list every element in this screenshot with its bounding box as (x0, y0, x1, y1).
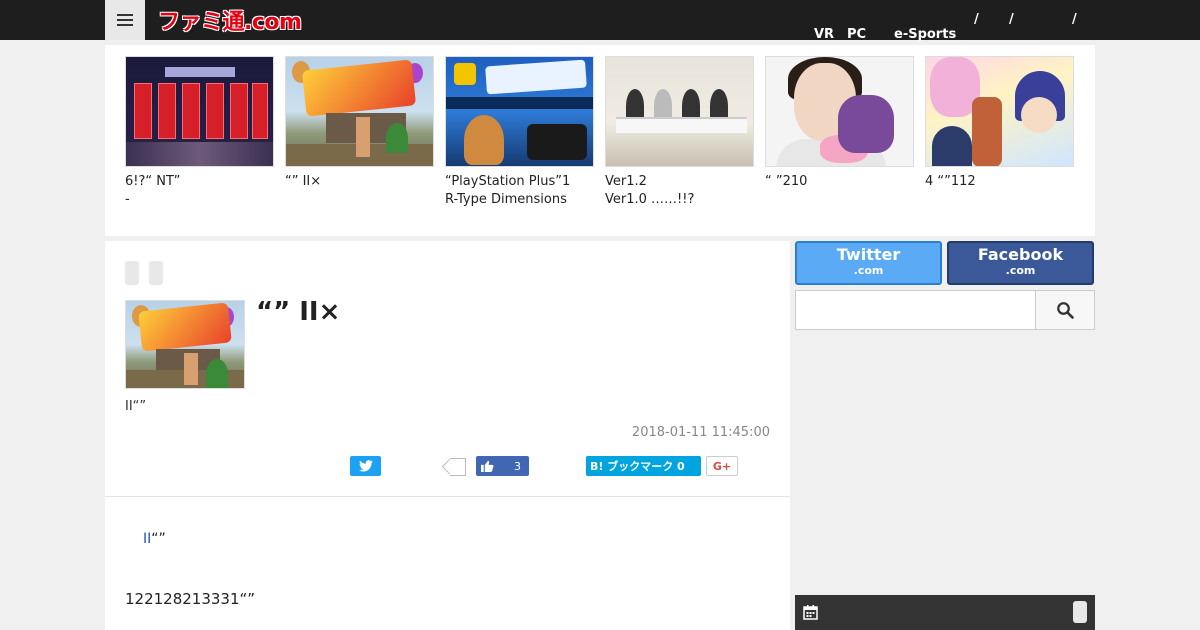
twitter-follow-button[interactable]: Twitter .com (795, 241, 942, 285)
hatena-label: B! ブックマーク 0 (590, 460, 685, 473)
nav-separator: / (974, 12, 979, 27)
search-input[interactable] (795, 290, 1036, 330)
google-plus-button[interactable]: G+ (706, 456, 738, 476)
carousel-caption: Ver1.2 Ver1.0 ……!!? (605, 173, 754, 209)
tweet-button[interactable] (350, 456, 381, 476)
twitter-sublabel: .com (853, 264, 884, 277)
carousel-card[interactable]: 4 “”112 (925, 56, 1074, 191)
carousel-thumbnail (925, 56, 1074, 167)
carousel-card[interactable]: “ ”210 (765, 56, 914, 191)
menu-icon (117, 14, 133, 16)
calendar-icon (803, 605, 818, 620)
caption-line: 6!?“ NT” (125, 174, 181, 189)
carousel-thumbnail (605, 56, 754, 167)
nav-separator: / (1072, 12, 1077, 27)
carousel-thumbnail (285, 56, 434, 167)
carousel-caption: “ ”210 (765, 173, 914, 191)
count-balloon (450, 458, 466, 476)
breadcrumb-item[interactable] (149, 261, 163, 285)
facebook-sublabel: .com (1005, 264, 1036, 277)
google-plus-icon: G+ (712, 459, 732, 473)
search-icon (1057, 302, 1074, 319)
calendar-bar[interactable] (795, 595, 1095, 630)
logo-text: ファミ通.com (158, 10, 302, 35)
carousel-card[interactable]: Ver1.2 Ver1.0 ……!!? (605, 56, 754, 209)
caption-line: Ver1.0 ……!!? (605, 192, 695, 207)
nav-item-pc[interactable]: PC (847, 27, 866, 42)
nav-item-esports[interactable]: e-Sports (894, 27, 956, 42)
twitter-label: Twitter (836, 245, 901, 264)
like-count: 3 (514, 459, 521, 473)
facebook-label: Facebook (977, 245, 1064, 264)
article-body-paragraph: II“” (143, 531, 166, 547)
top-bar: ファミ通.com VR PC e-Sports / / / (0, 0, 1200, 42)
twitter-icon (358, 460, 373, 472)
caption-line: 4 “”112 (925, 174, 976, 189)
share-bar: 3 B! ブックマーク 0 G+ (105, 456, 790, 478)
featured-carousel: 6!?“ NT” - “” II× “PlayStation Plus”1 R-… (105, 45, 1095, 236)
nav-separator: / (1009, 12, 1014, 27)
caption-line: “PlayStation Plus”1 (445, 174, 571, 189)
facebook-follow-button[interactable]: Facebook .com (947, 241, 1094, 285)
breadcrumb-item[interactable] (125, 261, 139, 285)
menu-icon-line (117, 24, 133, 26)
site-logo[interactable]: ファミ通.com (158, 6, 302, 35)
calendar-toggle[interactable] (1073, 601, 1087, 623)
hatena-bookmark-button[interactable]: B! ブックマーク 0 (586, 456, 701, 476)
article-thumbnail (125, 300, 245, 389)
carousel-caption: 6!?“ NT” - (125, 173, 274, 209)
carousel-card[interactable]: “” II× (285, 56, 434, 191)
search-button[interactable] (1035, 290, 1095, 330)
carousel-caption: “PlayStation Plus”1 R-Type Dimensions (445, 173, 594, 209)
article-body-text: 122128213331“” (125, 590, 256, 608)
article-lead: II“” (125, 399, 147, 414)
site-search (795, 290, 1095, 330)
caption-line: R-Type Dimensions (445, 192, 567, 207)
facebook-like-button[interactable]: 3 (476, 456, 529, 476)
carousel-thumbnail (125, 56, 274, 167)
caption-line: Ver1.2 (605, 174, 647, 189)
carousel-caption: 4 “”112 (925, 173, 1074, 191)
thumbs-up-icon (481, 460, 494, 472)
caption-line: - (125, 192, 130, 207)
article-title: “” II× (256, 297, 341, 327)
carousel-caption: “” II× (285, 173, 434, 191)
carousel-thumbnail (445, 56, 594, 167)
article: “” II× II“” 2018-01-11 11:45:00 3 B! ブック… (105, 241, 790, 630)
nav-item-vr[interactable]: VR (814, 27, 834, 42)
divider (105, 496, 790, 497)
menu-icon-line (117, 19, 133, 21)
caption-line: “” II× (285, 174, 322, 189)
article-date: 2018-01-11 11:45:00 (631, 425, 770, 440)
carousel-card[interactable]: “PlayStation Plus”1 R-Type Dimensions (445, 56, 594, 209)
caption-line: “ ”210 (765, 174, 808, 189)
article-body-suffix: “” (151, 531, 166, 547)
carousel-card[interactable]: 6!?“ NT” - (125, 56, 274, 209)
hamburger-menu-button[interactable] (105, 0, 145, 40)
carousel-thumbnail (765, 56, 914, 167)
